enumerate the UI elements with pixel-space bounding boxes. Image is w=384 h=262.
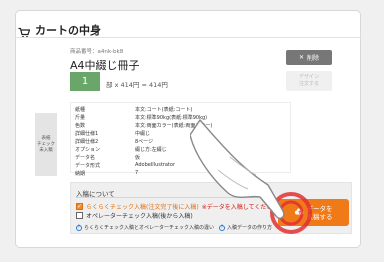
easy-check-checkbox[interactable]: ✓: [76, 203, 83, 210]
spec-key: 納期: [75, 170, 86, 177]
spec-key: データ名: [75, 154, 96, 161]
design-label-1: デザイン: [298, 74, 319, 80]
design-label-2: 注文する: [298, 81, 319, 87]
spec-row: 紙種 本文:コート(表紙:コート): [75, 105, 290, 113]
close-icon: ✕: [298, 54, 304, 61]
check-stamp: 表紙 チェック 未入稿: [35, 113, 57, 176]
stamp-line-2: チェック: [37, 141, 55, 147]
question-icon: ?: [76, 224, 82, 231]
header-divider: [15, 37, 361, 38]
design-order-button[interactable]: デザイン 注文する: [286, 71, 332, 91]
operator-check-label: オペレーターチェック入稿(後から入稿): [86, 213, 193, 220]
spec-key: 紙種: [75, 106, 86, 113]
pointing-hand-icon: [190, 119, 312, 234]
cart-icon: [18, 24, 31, 38]
quantity-field[interactable]: 1: [70, 72, 100, 91]
operator-check-checkbox[interactable]: [76, 212, 83, 219]
price-line: 部 x 414円 = 414円: [106, 81, 168, 89]
spec-key: 色数: [75, 122, 86, 129]
stamp-line-3: 未入稿: [39, 147, 53, 153]
product-name: A4中綴じ冊子: [70, 59, 140, 72]
page-title: カートの中身: [35, 24, 101, 37]
product-code: 商品番号：a4nk-bk8: [70, 49, 124, 55]
spec-key: オプション: [75, 146, 101, 153]
delete-button[interactable]: ✕ 削除: [286, 50, 332, 65]
spec-value: 本文:コート(表紙:コート): [135, 106, 193, 113]
easy-check-label: らくらくチェック入稿(注文完了後に入稿): [86, 204, 199, 211]
delete-label: 削除: [307, 55, 320, 62]
cart-header: カートの中身: [18, 22, 101, 38]
spec-key: 斤量: [75, 114, 86, 121]
spec-key: 詳細仕様2: [75, 138, 99, 145]
operator-check-option[interactable]: オペレーターチェック入稿(後から入稿): [76, 211, 193, 220]
spec-key: 詳細仕様1: [75, 130, 99, 137]
spec-key: データ形式: [75, 162, 101, 169]
